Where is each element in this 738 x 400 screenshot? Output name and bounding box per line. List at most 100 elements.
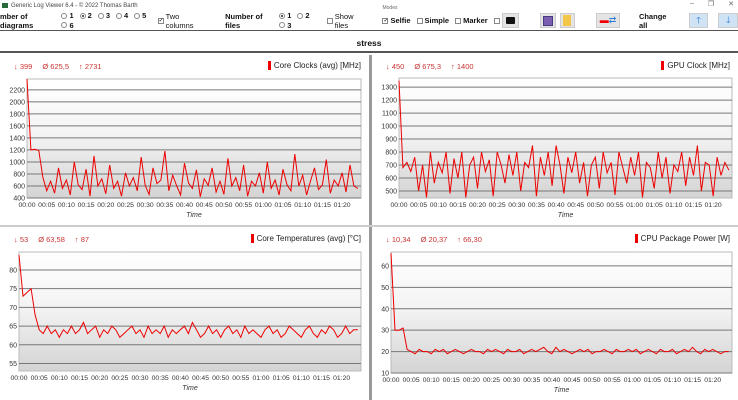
x-tick-label: 00:10 [51, 375, 68, 382]
stat-max: ↑ 2731 [79, 62, 102, 71]
y-tick-label: 1200 [381, 98, 397, 105]
x-tick-label: 00:05 [403, 377, 420, 384]
stat-avg: Ø 625,5 [42, 62, 70, 71]
diagrams-radio-1[interactable]: 1 [61, 11, 74, 20]
diagrams-option-label: 3 [105, 11, 110, 20]
x-tick-label: 00:00 [382, 377, 399, 384]
chart-stats: ↓ 53 Ø 63,58 ↑ 87 [14, 235, 99, 244]
selfie-checkbox[interactable]: ✓ Selfie [382, 16, 411, 25]
plot-area [390, 251, 733, 374]
x-tick-label: 00:10 [423, 377, 440, 384]
x-tick-label: 00:05 [410, 202, 427, 209]
arrow-up-icon: 🡑 [696, 14, 701, 25]
y-tick-label: 900 [385, 137, 397, 144]
chart-title: Core Temperatures (avg) [°C] [256, 234, 361, 243]
save-icon [542, 15, 553, 26]
radio-circle [79, 12, 86, 19]
chart-title: GPU Clock [MHz] [667, 61, 730, 70]
diagrams-option-label: 6 [69, 20, 74, 30]
extra-checkbox[interactable] [493, 17, 500, 24]
x-tick-label: 00:45 [563, 377, 580, 384]
diagrams-radio-5[interactable]: 5 [134, 11, 146, 20]
x-tick-label: 00:35 [523, 377, 540, 384]
files-radio-1[interactable]: 1 [279, 11, 291, 20]
radio-circle [134, 12, 141, 19]
files-radio-2[interactable]: 2 [297, 11, 310, 20]
chart-legend[interactable]: Core Temperatures (avg) [°C] [250, 234, 361, 243]
legend-swatch [634, 234, 638, 243]
chart-svg[interactable]: 10203040506000:00 00:05 00:10 00:15 00:20 00:… [372, 228, 738, 400]
y-tick-label: 1600 [9, 123, 25, 130]
x-axis-label: Time [182, 385, 198, 392]
swap-colors-button[interactable]: ▬⇄ [596, 13, 620, 28]
y-tick-label: 55 [9, 361, 17, 368]
y-tick-label: 500 [385, 188, 397, 195]
radio-circle [116, 12, 122, 19]
selfie-label: Selfie [390, 16, 411, 25]
x-tick-label: 01:05 [273, 375, 290, 382]
x-tick-label: 01:10 [294, 202, 311, 209]
stat-avg: Ø 675,3 [414, 62, 442, 71]
chart-panel: 55 60 65 70 75 80 00:00 00:05 00:10 00:15 00:20 00:… [0, 228, 369, 400]
chart-svg[interactable]: 500 600 700 800 900 1000 1100 1200 1300 00:00 00:0… [372, 55, 738, 225]
legend-swatch [267, 61, 271, 70]
simple-checkbox[interactable]: Simple [416, 16, 449, 25]
diagrams-radio-6[interactable]: 6 [61, 20, 74, 30]
minimize-button[interactable]: – [690, 0, 694, 8]
marker-checkbox[interactable]: Marker [455, 16, 488, 25]
x-tick-label: 00:50 [584, 377, 601, 384]
show-files-checkbox[interactable]: Show files [327, 12, 364, 30]
diagrams-radio-2[interactable]: 2 [79, 11, 92, 20]
y-tick-label: 60 [381, 263, 389, 270]
chart-svg[interactable]: 400600800100012001400160018002000220000:… [0, 55, 369, 225]
chart-svg[interactable]: 55606570758000:00 00:05 00:10 00:15 00:20 00:… [0, 228, 369, 400]
diagrams-radio-4[interactable]: 4 [116, 11, 128, 20]
x-tick-label: 00:00 [18, 202, 35, 209]
y-tick-label: 600 [13, 183, 25, 190]
x-tick-label: 00:45 [567, 202, 584, 209]
move-down-button[interactable]: 🡓 [718, 13, 738, 28]
modes-label: Modes [382, 5, 398, 11]
radio-circle [61, 12, 68, 19]
camera-icon [505, 17, 515, 24]
y-tick-label: 50 [381, 285, 389, 292]
x-tick-label: 01:15 [313, 375, 330, 382]
chart-legend[interactable]: GPU Clock [MHz] [661, 61, 730, 70]
chart-legend[interactable]: CPU Package Power [W] [634, 234, 730, 243]
x-tick-label: 00:55 [232, 375, 249, 382]
y-tick-label: 70 [9, 305, 17, 312]
maximize-button[interactable]: ❐ [708, 0, 714, 8]
close-button[interactable]: ✕ [728, 0, 734, 8]
radio-circle [61, 22, 68, 28]
files-radio-3[interactable]: 3 [279, 21, 291, 30]
y-tick-label: 2200 [9, 87, 25, 94]
camera-button[interactable] [501, 13, 519, 28]
x-tick-label: 00:55 [604, 377, 621, 384]
x-tick-label: 00:35 [528, 202, 545, 209]
y-tick-label: 800 [13, 171, 25, 178]
y-tick-label: 1400 [9, 135, 25, 142]
title-bar: Generic Log Viewer 6.4 - © 2022 Thomas B… [0, 0, 738, 11]
y-tick-label: 60 [9, 342, 17, 349]
stat-min: ↓ 450 [386, 62, 405, 71]
folder-icon [563, 15, 572, 26]
x-tick-label: 00:55 [235, 202, 252, 209]
row-divider[interactable] [0, 225, 738, 227]
diagrams-radio-3[interactable]: 3 [97, 11, 110, 20]
move-up-button[interactable]: 🡑 [688, 13, 709, 28]
chart-legend[interactable]: Core Clocks (avg) [MHz] [267, 61, 361, 70]
legend-swatch [250, 234, 254, 243]
stat-min: ↓ 53 [14, 235, 29, 244]
x-tick-label: 00:40 [172, 375, 189, 382]
x-tick-label: 00:20 [97, 202, 114, 209]
x-axis-label: Time [554, 387, 570, 394]
two-columns-label: Two columns [165, 11, 194, 30]
y-tick-label: 1300 [381, 85, 397, 92]
x-tick-label: 00:35 [156, 202, 173, 209]
toolbar: mber of diagrams 1 2 3 4 5 6 ✓ Two columns Num… [0, 5, 738, 31]
x-tick-label: 00:10 [430, 202, 447, 209]
open-folder-button[interactable] [559, 13, 575, 28]
two-columns-checkbox[interactable]: ✓ Two columns [157, 11, 204, 30]
y-tick-label: 600 [385, 176, 397, 183]
save-button[interactable] [540, 13, 556, 28]
